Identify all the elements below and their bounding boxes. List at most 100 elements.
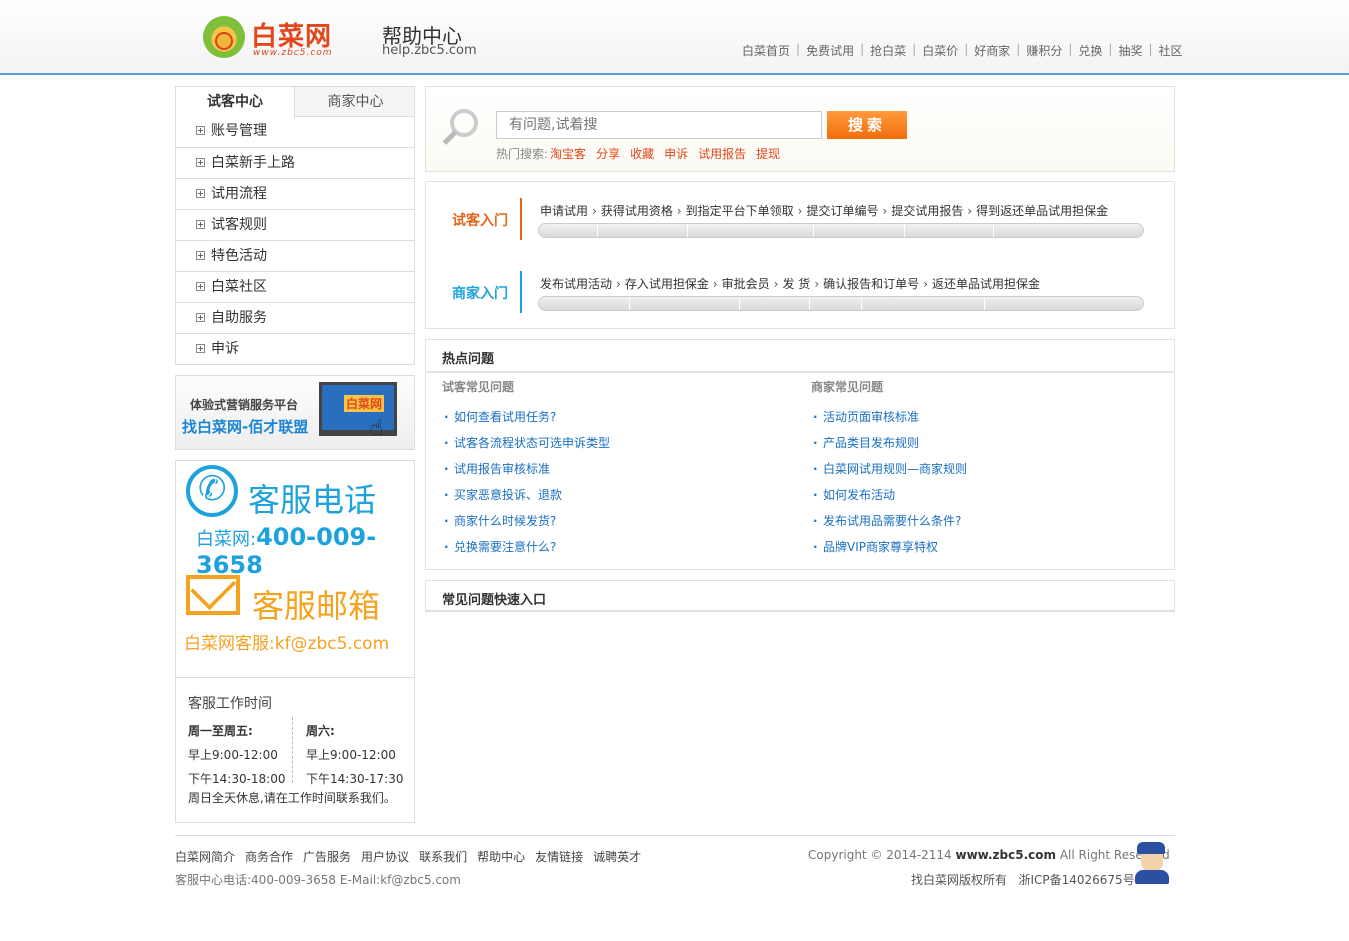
nav-item-grab[interactable]: 抢白菜	[864, 42, 912, 59]
sidebar-item-newbie[interactable]: 白菜新手上路	[176, 147, 414, 178]
divider	[520, 271, 522, 313]
footer-link[interactable]: 白菜网简介	[175, 848, 235, 865]
search-input[interactable]	[496, 111, 822, 139]
trial-entry-label[interactable]: 试客入门	[452, 210, 508, 230]
nav-item-lottery[interactable]: 抽奖	[1112, 42, 1148, 59]
nav-item-points[interactable]: 赚积分	[1020, 42, 1068, 59]
footer-link[interactable]: 商务合作	[245, 848, 293, 865]
flow-step: 发 货	[782, 277, 811, 291]
divider	[292, 717, 293, 783]
divider	[176, 677, 414, 678]
faq-link[interactable]: 发布试用品需要什么条件?	[811, 508, 967, 534]
flow-step: 审批会员	[721, 277, 770, 291]
nav-item-exchange[interactable]: 兑换	[1072, 42, 1108, 59]
column-title: 商家常见问题	[811, 380, 884, 394]
customer-service-panel: 客服电话 白菜网:400-009-3658 客服邮箱 白菜网客服:kf@zbc5…	[175, 460, 415, 823]
nav-item-home[interactable]: 白菜首页	[742, 42, 796, 59]
footer-contact: 客服中心电话:400-009-3658 E-Mail:kf@zbc5.com	[175, 873, 461, 887]
sidebar-item-trial-flow[interactable]: 试用流程	[176, 178, 414, 209]
hot-questions-panel: 热点问题 试客常见问题 如何查看试用任务? 试客各流程状态可选申诉类型 试用报告…	[425, 339, 1175, 570]
laptop-screen-logo: 白菜网	[344, 395, 385, 412]
tab-merchant-center[interactable]: 商家中心	[296, 87, 415, 117]
search-button[interactable]: 搜索	[827, 111, 907, 139]
sidebar-item-label: 自助服务	[211, 310, 267, 326]
merchant-steps: 发布试用活动 › 存入试用担保金 › 审批会员 › 发 货 › 确认报告和订单号 › 返还单品试用担…	[540, 277, 1040, 291]
flow-step: 到指定平台下单领取	[685, 204, 794, 218]
divider	[175, 835, 1175, 836]
sidebar-item-label: 账号管理	[211, 123, 267, 139]
trial-steps: 申请试用 › 获得试用资格 › 到指定平台下单领取 › 提交订单编号 › 提交试用报告 › 得到返还…	[540, 204, 1109, 218]
cabbage-logo-icon	[203, 16, 245, 58]
expand-plus-icon	[196, 189, 205, 198]
expand-plus-icon	[196, 158, 205, 167]
sidebar-item-label: 白菜新手上路	[211, 155, 295, 171]
section-title: 热点问题	[442, 352, 495, 367]
nav-item-merchants[interactable]: 好商家	[968, 42, 1016, 59]
quick-entry-panel: 常见问题快速入口	[425, 580, 1175, 612]
sidebar-tabs: 试客中心 商家中心	[175, 86, 415, 118]
sidebar-item-activities[interactable]: 特色活动	[176, 240, 414, 271]
faq-link[interactable]: 白菜网试用规则—商家规则	[811, 456, 967, 482]
merchant-entry-label[interactable]: 商家入门	[452, 283, 508, 303]
hot-keyword[interactable]: 试用报告	[698, 147, 746, 161]
police-badge-icon[interactable]	[1133, 842, 1173, 886]
expand-plus-icon	[196, 282, 205, 291]
flow-step: 获得试用资格	[600, 204, 673, 218]
flow-step: 提交试用报告	[891, 204, 964, 218]
faq-link[interactable]: 试用报告审核标准	[442, 456, 610, 482]
site-header: 白菜网 www.zbc5.com 帮助中心 help.zbc5.com 白菜首页…	[0, 0, 1349, 75]
merchant-faq-column: 商家常见问题 活动页面审核标准 产品类目发布规则 白菜网试用规则—商家规则 如何…	[811, 378, 967, 560]
footer-link[interactable]: 用户协议	[361, 848, 409, 865]
section-title: 常见问题快速入口	[442, 593, 547, 608]
promo-banner[interactable]: 体验式营销服务平台 找白菜网-佰才联盟 白菜网 ☝	[175, 375, 415, 450]
faq-link[interactable]: 产品类目发布规则	[811, 430, 967, 456]
faq-link[interactable]: 试客各流程状态可选申诉类型	[442, 430, 610, 456]
phone-number: 白菜网:400-009-3658	[196, 523, 377, 579]
hot-keyword[interactable]: 收藏	[630, 147, 654, 161]
top-nav: 白菜首页 | 免费试用 | 抢白菜 | 白菜价 | 好商家 | 赚积分 | 兑换 | 抽奖 | …	[742, 42, 1189, 59]
magnifier-icon	[450, 109, 478, 137]
flow-step: 申请试用	[540, 204, 589, 218]
sidebar-item-community[interactable]: 白菜社区	[176, 271, 414, 302]
sidebar-item-appeal[interactable]: 申诉	[176, 333, 414, 364]
divider	[426, 371, 1174, 373]
nav-item-price[interactable]: 白菜价	[916, 42, 964, 59]
hot-keyword[interactable]: 提现	[756, 147, 780, 161]
saturday-hours: 周六: 早上9:00-12:00 下午14:30-17:30	[306, 724, 404, 786]
page-url: help.zbc5.com	[382, 43, 477, 58]
faq-link[interactable]: 如何发布活动	[811, 482, 967, 508]
faq-link[interactable]: 买家恶意投诉、退款	[442, 482, 610, 508]
faq-link[interactable]: 品牌VIP商家尊享特权	[811, 534, 967, 560]
hot-keyword[interactable]: 分享	[596, 147, 620, 161]
hot-keyword[interactable]: 申诉	[664, 147, 688, 161]
hand-cursor-icon: ☝	[370, 416, 384, 441]
footer-link[interactable]: 友情链接	[535, 848, 583, 865]
faq-link[interactable]: 活动页面审核标准	[811, 404, 967, 430]
sidebar-item-account[interactable]: 账号管理	[176, 116, 414, 147]
footer-link[interactable]: 帮助中心	[477, 848, 525, 865]
divider	[520, 198, 522, 240]
sidebar-item-rules[interactable]: 试客规则	[176, 209, 414, 240]
footer-link[interactable]: 诚聘英才	[593, 848, 641, 865]
footer-link[interactable]: 联系我们	[419, 848, 467, 865]
sidebar-item-label: 白菜社区	[211, 279, 267, 295]
nav-item-community[interactable]: 社区	[1153, 42, 1189, 59]
flow-step: 存入试用担保金	[624, 277, 709, 291]
footer-link[interactable]: 广告服务	[303, 848, 351, 865]
sidebar-item-self-service[interactable]: 自助服务	[176, 302, 414, 333]
phone-title: 客服电话	[248, 481, 377, 519]
footer-icp: 找白菜网版权所有 浙ICP备14026675号	[911, 873, 1135, 887]
search-panel: 搜索 热门搜索:淘宝客分享收藏申诉试用报告提现	[425, 86, 1175, 172]
tab-trial-center[interactable]: 试客中心	[176, 87, 295, 118]
faq-link[interactable]: 商家什么时候发货?	[442, 508, 610, 534]
hot-keyword[interactable]: 淘宝客	[550, 147, 586, 161]
trial-faq-column: 试客常见问题 如何查看试用任务? 试客各流程状态可选申诉类型 试用报告审核标准 …	[442, 378, 610, 560]
faq-link[interactable]: 如何查看试用任务?	[442, 404, 610, 430]
flow-step: 返还单品试用担保金	[931, 277, 1040, 291]
site-logo[interactable]: 白菜网 www.zbc5.com	[203, 14, 343, 60]
mail-title: 客服邮箱	[252, 587, 381, 625]
nav-item-free-trial[interactable]: 免费试用	[800, 42, 860, 59]
flow-step: 得到返还单品试用担保金	[976, 204, 1109, 218]
laptop-icon: 白菜网	[319, 382, 397, 436]
faq-link[interactable]: 兑换需要注意什么?	[442, 534, 610, 560]
